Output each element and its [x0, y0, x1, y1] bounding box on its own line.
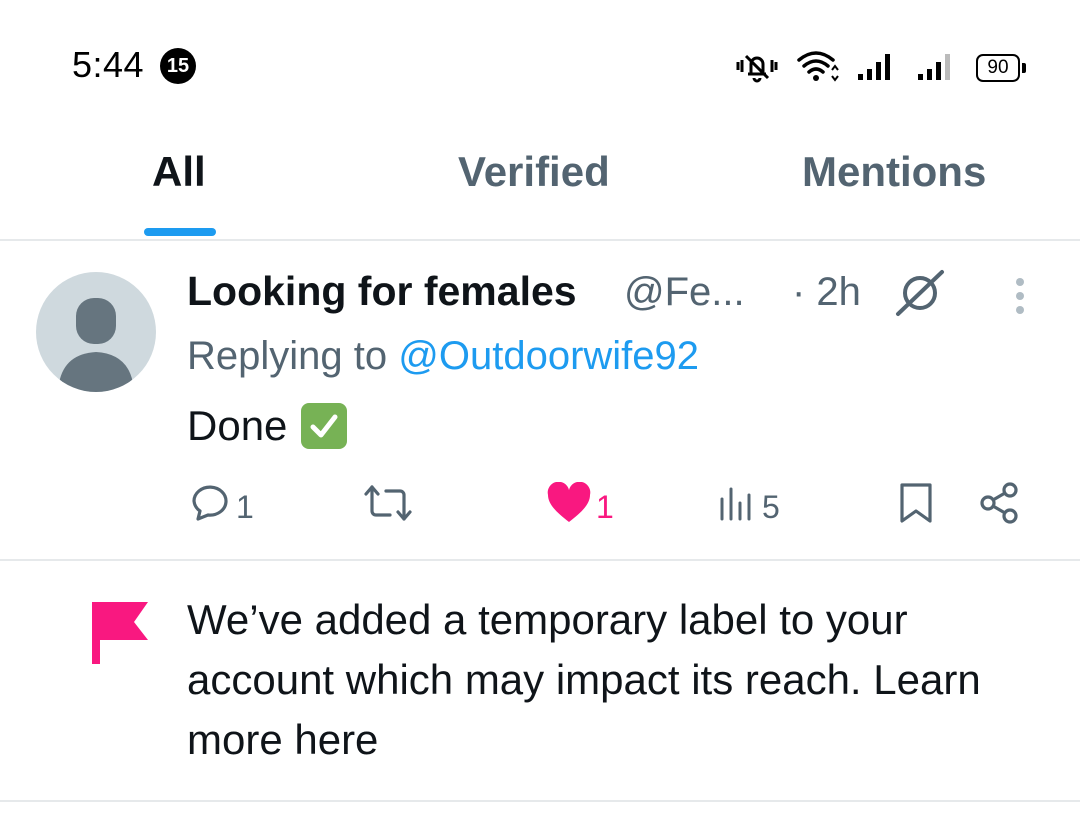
more-options-icon[interactable] [1010, 278, 1030, 318]
reply-icon [188, 481, 232, 533]
vibrate-silent-icon [734, 48, 780, 89]
check-mark-emoji-icon [301, 403, 348, 449]
views-chart-icon [718, 483, 758, 531]
bottom-divider [0, 800, 1080, 802]
avatar[interactable] [36, 272, 156, 392]
reply-prefix: Replying to [187, 334, 388, 378]
share-icon [978, 481, 1022, 533]
status-bar: 5:44 15 90 [0, 0, 1080, 130]
flag-icon [88, 600, 152, 666]
signal-sim2-icon [916, 50, 960, 87]
wifi-icon [796, 48, 840, 89]
default-avatar-icon [58, 298, 134, 392]
post-text: Done [187, 402, 288, 449]
tabs-divider [0, 239, 1080, 241]
battery-icon: 90 [976, 54, 1026, 82]
signal-sim1-icon [856, 50, 900, 87]
heart-filled-icon [546, 481, 592, 532]
notification-count-badge: 15 [160, 48, 196, 84]
status-time: 5:44 [72, 44, 145, 85]
reply-context: Replying to @Outdoorwife92 [187, 334, 699, 379]
bookmark-button[interactable] [896, 481, 936, 533]
notification-tabs: All Verified Mentions [0, 130, 1080, 238]
reply-button[interactable]: 1 [188, 484, 254, 530]
repost-button[interactable] [362, 484, 414, 530]
post-time: · 2h [792, 270, 861, 314]
post-divider [0, 559, 1080, 561]
repost-icon [362, 481, 414, 533]
active-tab-indicator [144, 228, 216, 236]
like-count: 1 [596, 488, 614, 525]
tab-all[interactable]: All [152, 148, 206, 196]
views-button[interactable]: 5 [718, 484, 780, 530]
grok-icon[interactable] [894, 268, 946, 323]
view-count: 5 [762, 488, 780, 525]
share-button[interactable] [978, 481, 1022, 533]
reply-count: 1 [236, 488, 254, 525]
bookmark-icon [896, 481, 936, 533]
tab-mentions[interactable]: Mentions [802, 148, 986, 196]
tab-verified[interactable]: Verified [458, 148, 610, 196]
reply-handle-link[interactable]: @Outdoorwife92 [398, 334, 699, 378]
author-name[interactable]: Looking for females [187, 268, 577, 315]
account-label-notice[interactable]: We’ve added a temporary label to your ac… [187, 590, 1027, 770]
status-icons: 90 [734, 46, 1026, 90]
post-body: Done [187, 402, 348, 450]
author-handle[interactable]: @Fe... [624, 270, 745, 315]
like-button[interactable]: 1 [546, 481, 614, 532]
